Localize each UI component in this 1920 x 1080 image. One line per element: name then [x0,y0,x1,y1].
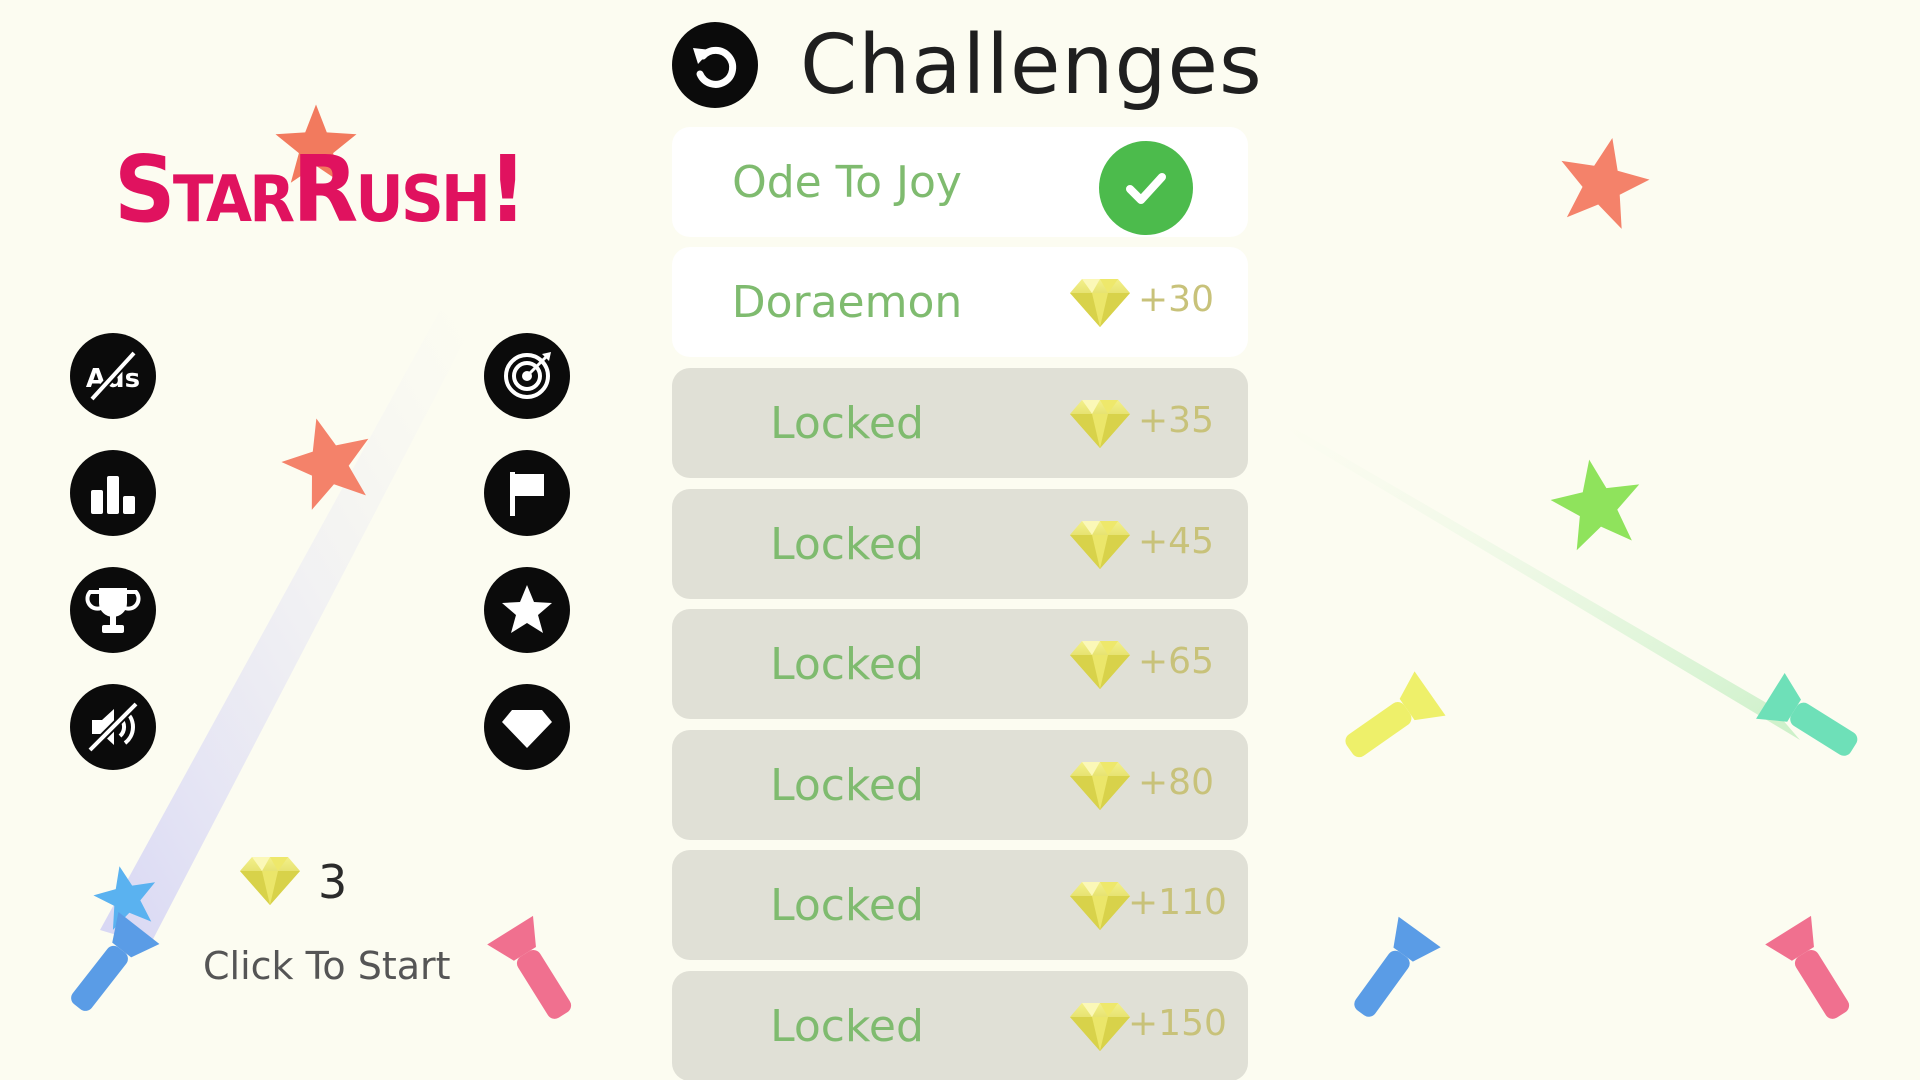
rate-button[interactable] [484,567,570,653]
leaderboard-button[interactable] [70,450,156,536]
pink-flashlight-icon [1765,915,1850,1019]
trophy-icon [85,588,141,633]
challenge-row[interactable]: Locked +80 [672,730,1248,840]
flag-icon [510,472,544,516]
completed-check-icon [1099,141,1193,235]
challenge-name: Locked [770,759,924,811]
challenge-row[interactable]: Locked +65 [672,609,1248,719]
challenge-reward: +80 [1068,760,1248,810]
reward-amount: +35 [1138,400,1214,441]
no-ads-icon: Ads [86,350,140,402]
challenge-name: Locked [770,397,924,449]
green-star-icon [1544,452,1649,554]
sound-off-icon [87,701,139,753]
challenge-name: Locked [770,879,924,931]
challenge-row[interactable]: Locked +150 [672,971,1248,1080]
challenge-reward: +150 [1068,1001,1248,1051]
reward-amount: +110 [1128,882,1227,923]
diamond-icon [502,710,552,748]
no-ads-button[interactable]: Ads [70,333,156,419]
teal-flashlight-icon [1756,672,1858,756]
logo-text: StarRush! [114,136,527,243]
challenge-reward: +45 [1068,519,1248,569]
star-icon [502,585,552,633]
leaderboard-icon [91,476,135,514]
reward-amount: +65 [1138,641,1214,682]
red-star-icon [272,412,383,512]
challenge-reward: +30 [1068,277,1248,327]
challenge-row[interactable]: Locked +45 [672,489,1248,599]
challenge-list: Ode To Joy Doraemon +30 Locked +35 Locke… [672,127,1248,1080]
gem-icon [1068,760,1132,812]
reward-amount: +80 [1138,762,1214,803]
challenge-row[interactable]: Ode To Joy [672,127,1248,237]
challenge-name: Doraemon [731,276,963,328]
blue-flashlight-icon [1354,916,1441,1017]
page-title: Challenges [800,18,1263,113]
challenge-name: Locked [770,638,924,690]
challenge-reward: +110 [1068,880,1248,930]
gem-count-icon [238,855,302,907]
achievements-button[interactable] [70,567,156,653]
back-button[interactable] [672,22,758,108]
gem-icon [1068,880,1132,932]
challenge-name: Ode To Joy [732,156,962,208]
start-prompt[interactable]: Click To Start [203,944,451,988]
gem-icon [1068,1001,1132,1053]
challenge-row[interactable]: Doraemon +30 [672,247,1248,357]
pink-flashlight-icon [487,915,572,1019]
blue-flashlight-icon [71,911,160,1011]
yellow-flashlight-icon [1345,671,1446,758]
gem-icon [1068,277,1132,329]
challenge-name: Locked [770,1000,924,1052]
back-arrow-icon [693,46,737,88]
challenge-name: Locked [770,518,924,570]
game-logo: StarRush! [108,118,538,248]
reward-amount: +45 [1138,521,1214,562]
challenge-reward: +65 [1068,639,1248,689]
gem-count: 3 [318,855,348,909]
gem-icon [1068,398,1132,450]
gem-icon [1068,639,1132,691]
challenge-row[interactable]: Locked +35 [672,368,1248,478]
target-icon [504,352,551,399]
reward-amount: +150 [1128,1003,1227,1044]
goals-button[interactable] [484,333,570,419]
levels-button[interactable] [484,450,570,536]
shop-button[interactable] [484,684,570,770]
gem-icon [1068,519,1132,571]
challenge-reward: +35 [1068,398,1248,448]
red-star-icon [1550,130,1657,233]
challenge-row[interactable]: Locked +110 [672,850,1248,960]
reward-amount: +30 [1138,279,1214,320]
sound-toggle-button[interactable] [70,684,156,770]
